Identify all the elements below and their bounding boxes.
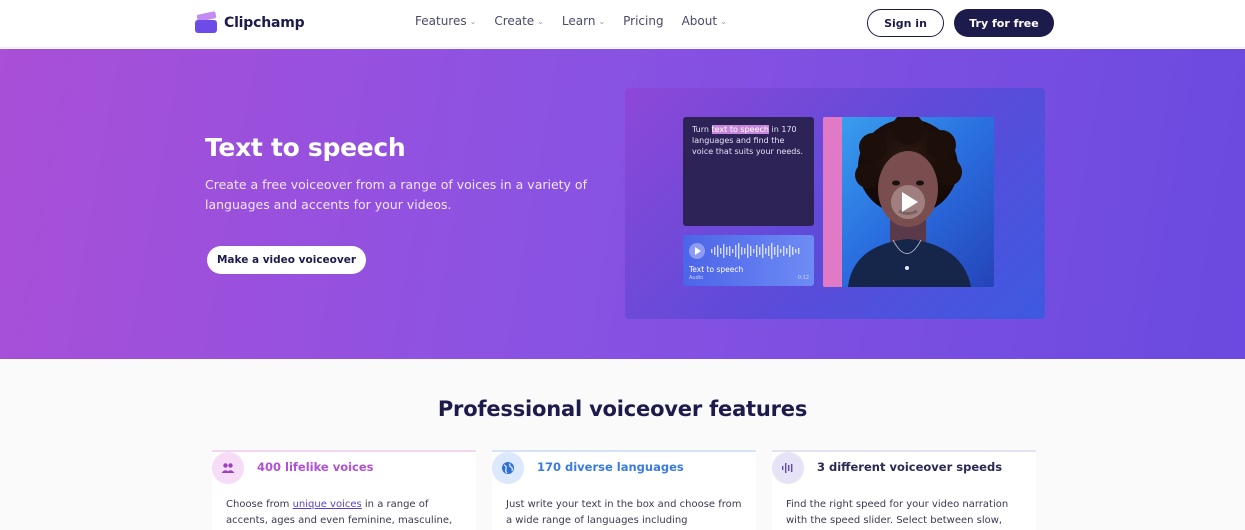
people-icon <box>212 452 244 484</box>
waveform-icon <box>772 452 804 484</box>
play-icon <box>689 243 705 259</box>
menu-features[interactable]: Features ⌄ <box>415 14 476 28</box>
chevron-down-icon: ⌄ <box>537 17 544 26</box>
hero-section: Text to speech Create a free voiceover f… <box>0 49 1245 359</box>
audio-sublabel: Audio <box>689 275 704 281</box>
menu-create-label: Create <box>494 14 535 28</box>
text-card-before: Turn <box>692 125 712 134</box>
audio-time: 0:12 <box>797 275 809 281</box>
main-menu: Features ⌄ Create ⌄ Learn ⌄ Pricing About ⌄ <box>415 14 727 28</box>
menu-about-label: About <box>681 14 718 28</box>
menu-about[interactable]: About ⌄ <box>682 14 727 28</box>
feature-text-voices: Choose from unique voices in a range of … <box>226 497 470 529</box>
globe-icon <box>492 452 524 484</box>
sign-in-button[interactable]: Sign in <box>867 9 944 37</box>
feature-card-languages: 170 diverse languages Just write your te… <box>492 450 756 530</box>
feature-text-speeds: Find the right speed for your video narr… <box>786 499 1009 526</box>
logo-text: Clipchamp <box>224 15 305 31</box>
feature-card-speeds: 3 different voiceover speeds Find the ri… <box>772 450 1036 530</box>
waveform-graphic <box>711 243 800 259</box>
text-input-card: Turn text to speech in 170 languages and… <box>683 117 814 226</box>
video-preview <box>823 117 994 287</box>
chevron-down-icon: ⌄ <box>598 17 606 26</box>
try-for-free-button[interactable]: Try for free <box>954 9 1054 37</box>
hero-subtitle: Create a free voiceover from a range of … <box>205 177 587 212</box>
hero-title: Text to speech <box>205 133 406 162</box>
text-card-highlight: text to speech <box>711 125 769 134</box>
menu-pricing-label: Pricing <box>623 14 664 28</box>
feature-card-voices: 400 lifelike voices Choose from unique v… <box>212 450 476 530</box>
feature-title-speeds: 3 different voiceover speeds <box>817 460 1003 474</box>
audio-label: Text to speech <box>689 265 744 274</box>
menu-create[interactable]: Create ⌄ <box>494 14 544 28</box>
chevron-down-icon: ⌄ <box>469 17 477 26</box>
feature-title-languages: 170 diverse languages <box>537 460 684 474</box>
menu-learn[interactable]: Learn ⌄ <box>562 14 605 28</box>
make-voiceover-button[interactable]: Make a video voiceover <box>207 246 366 274</box>
feature-title-voices: 400 lifelike voices <box>257 460 374 474</box>
chevron-down-icon: ⌄ <box>720 17 727 26</box>
unique-voices-link[interactable]: unique voices <box>293 499 362 510</box>
feature-text-languages: Just write your text in the box and choo… <box>506 499 742 526</box>
feature-text-voices-before: Choose from <box>226 499 293 510</box>
person-portrait-image <box>848 117 971 287</box>
menu-pricing[interactable]: Pricing <box>623 14 663 28</box>
top-nav: Clipchamp Features ⌄ Create ⌄ Learn ⌄ Prici… <box>0 0 1245 48</box>
audio-clip-card: Text to speech Audio 0:12 <box>683 235 814 286</box>
hero-illustration: Turn text to speech in 170 languages and… <box>625 88 1045 319</box>
menu-learn-label: Learn <box>561 14 596 28</box>
clipchamp-logo-icon <box>195 11 217 34</box>
logo[interactable]: Clipchamp <box>195 11 305 34</box>
features-heading: Professional voiceover features <box>437 397 808 421</box>
menu-features-label: Features <box>415 14 467 28</box>
